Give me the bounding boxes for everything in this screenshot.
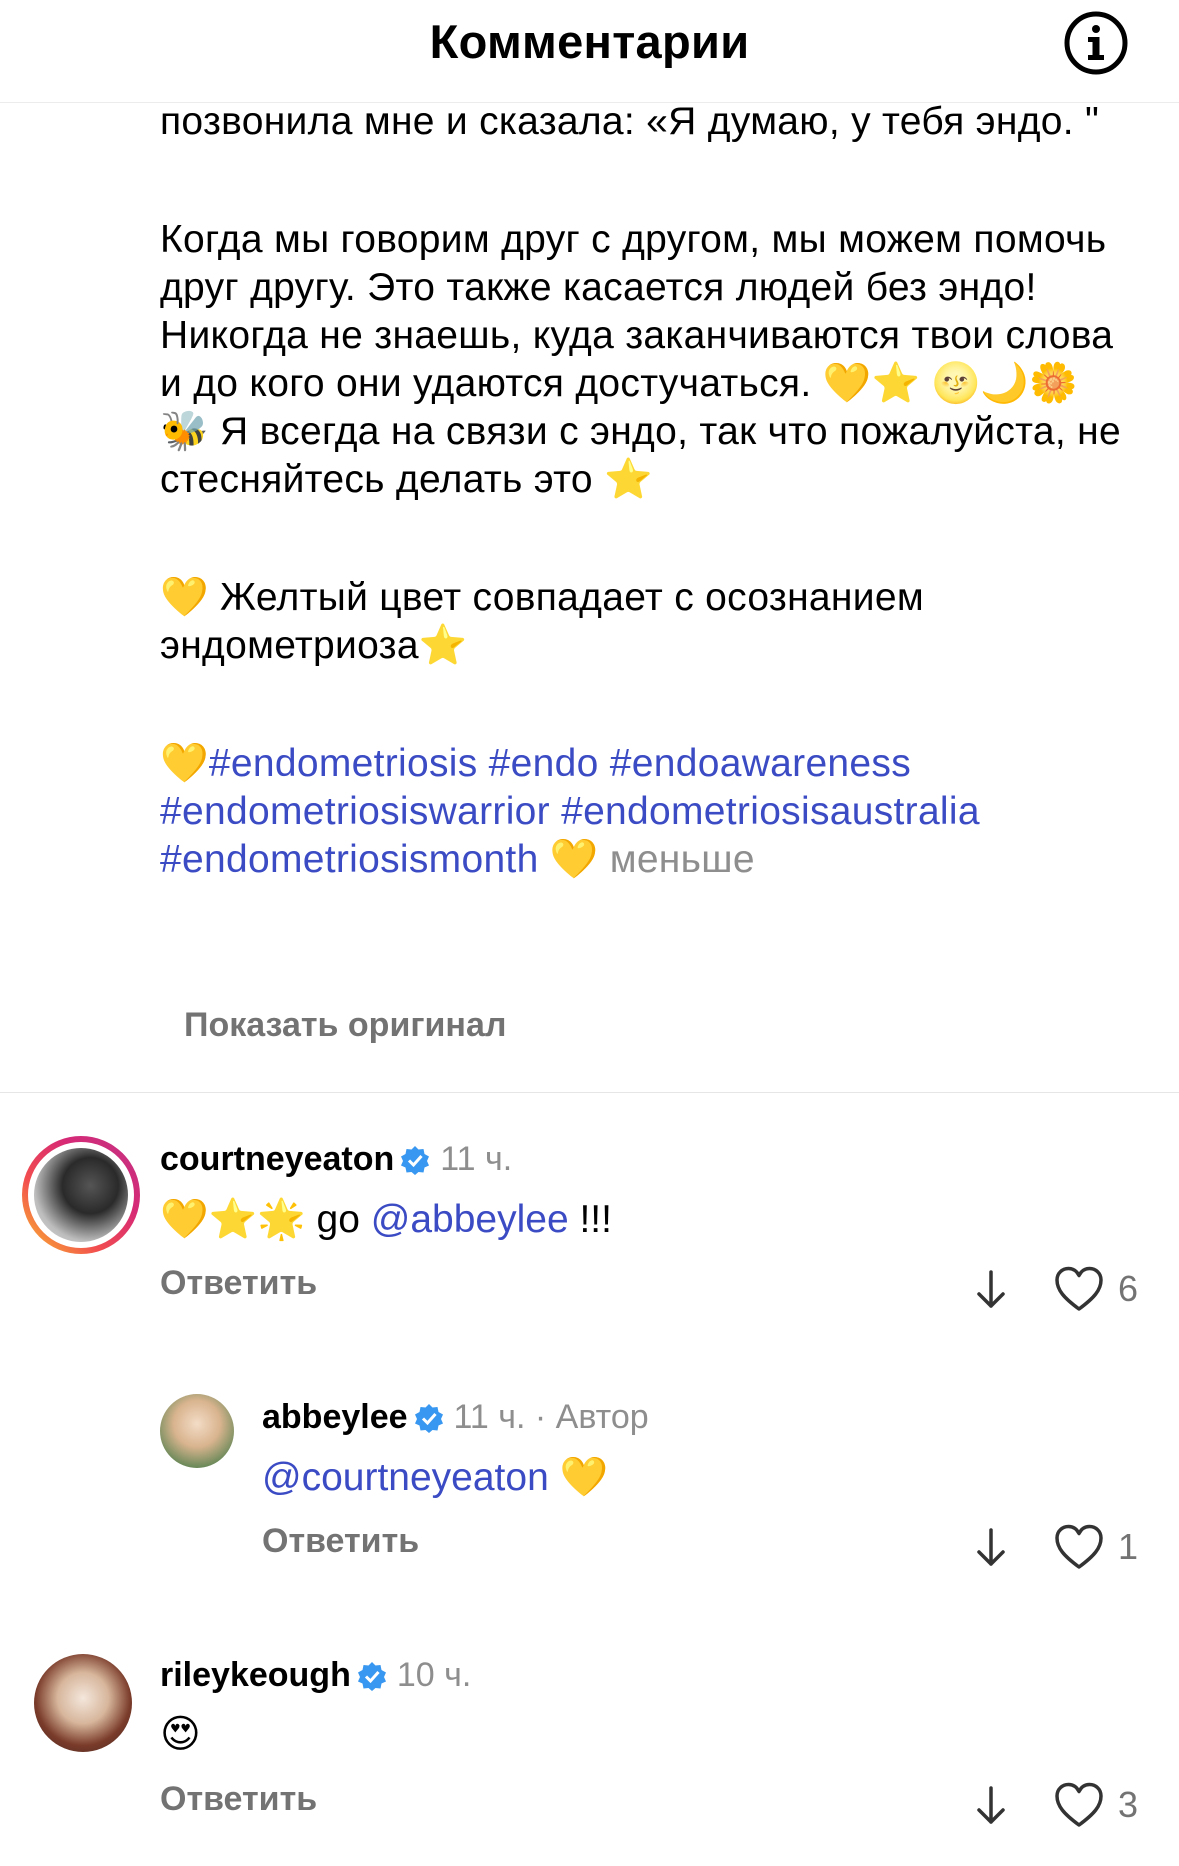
reply-button[interactable]: Ответить xyxy=(160,1264,317,1303)
comment-time: 10 ч. xyxy=(396,1656,472,1694)
comment-text-suffix: !!! xyxy=(568,1198,612,1241)
username-link[interactable]: abbeylee xyxy=(262,1398,408,1436)
verified-badge-icon xyxy=(414,1403,444,1442)
like-count: 1 xyxy=(1118,1526,1139,1567)
comment-text: 💛⭐🌟 go @abbeylee !!! xyxy=(160,1196,612,1242)
comment-time: 11 ч. · Автор xyxy=(453,1398,649,1436)
caption-emoji: 💛 xyxy=(538,838,610,881)
verified-badge-icon xyxy=(400,1145,430,1184)
heart-outline-icon[interactable] xyxy=(1054,1782,1104,1828)
down-arrow-icon[interactable] xyxy=(974,1528,1008,1568)
post-caption: позвонила мне и сказала: «Я думаю, у теб… xyxy=(160,98,1130,884)
username-link[interactable]: courtneyeaton xyxy=(160,1140,394,1178)
info-icon[interactable] xyxy=(1063,10,1129,76)
caption-emoji: 💛 xyxy=(160,742,209,785)
comment-text-suffix: 💛 xyxy=(548,1456,609,1499)
page-title: Комментарии xyxy=(429,15,750,68)
header: Комментарии xyxy=(0,0,1179,103)
comment-text: @courtneyeaton 💛 xyxy=(262,1454,608,1500)
mention-link[interactable]: @courtneyeaton xyxy=(262,1456,549,1499)
comment-text-prefix: 💛⭐🌟 go xyxy=(160,1198,371,1241)
mention-link[interactable]: @abbeylee xyxy=(371,1198,569,1241)
comment-text-prefix: 😍 xyxy=(160,1713,201,1756)
down-arrow-icon[interactable] xyxy=(974,1270,1008,1310)
comment-header: rileykeough 10 ч. xyxy=(160,1656,471,1700)
comment-header: courtneyeaton 11 ч. xyxy=(160,1140,512,1184)
username-link[interactable]: rileykeough xyxy=(160,1656,351,1694)
caption-paragraph: Когда мы говорим друг с другом, мы можем… xyxy=(160,218,1121,501)
verified-badge-icon xyxy=(357,1661,387,1700)
show-less-link[interactable]: меньше xyxy=(610,838,755,881)
down-arrow-icon[interactable] xyxy=(974,1786,1008,1826)
reply-button[interactable]: Ответить xyxy=(160,1780,317,1819)
divider xyxy=(0,1092,1179,1093)
caption-paragraph: позвонила мне и сказала: «Я думаю, у теб… xyxy=(160,100,1100,143)
show-original-button[interactable]: Показать оригинал xyxy=(184,1006,506,1045)
comment-text: 😍 xyxy=(160,1712,201,1757)
reply-button[interactable]: Ответить xyxy=(262,1522,419,1561)
comment-time: 11 ч. xyxy=(440,1140,513,1178)
caption-paragraph: 💛 Желтый цвет совпадает с осознанием энд… xyxy=(160,576,924,667)
heart-outline-icon[interactable] xyxy=(1054,1266,1104,1312)
avatar[interactable] xyxy=(160,1394,234,1468)
like-count: 3 xyxy=(1118,1784,1139,1825)
caption-hashtags-paragraph: 💛#endometriosis #endo #endoawareness #en… xyxy=(160,740,1130,884)
avatar[interactable] xyxy=(22,1136,140,1254)
avatar[interactable] xyxy=(34,1654,132,1752)
heart-outline-icon[interactable] xyxy=(1054,1524,1104,1570)
comment-header: abbeylee 11 ч. · Автор xyxy=(262,1398,649,1442)
like-count: 6 xyxy=(1118,1268,1139,1309)
